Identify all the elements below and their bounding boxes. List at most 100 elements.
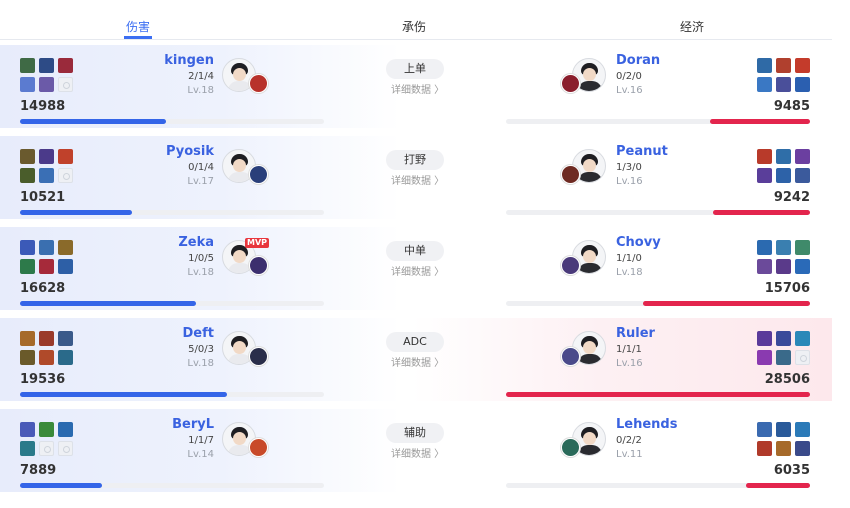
item-icon[interactable] bbox=[757, 168, 772, 183]
left-items bbox=[20, 240, 73, 274]
item-icon[interactable] bbox=[776, 240, 791, 255]
detail-data-link[interactable]: 详细数据 〉 bbox=[391, 81, 444, 96]
item-icon[interactable] bbox=[39, 240, 54, 255]
right-stat-bar-fill bbox=[746, 483, 810, 488]
item-icon[interactable] bbox=[795, 77, 810, 92]
item-icon[interactable] bbox=[58, 422, 73, 437]
item-icon[interactable] bbox=[757, 350, 772, 365]
right-player-name[interactable]: Doran bbox=[616, 53, 660, 68]
item-icon[interactable] bbox=[39, 149, 54, 164]
item-icon[interactable] bbox=[757, 259, 772, 274]
tab-economy[interactable]: 经济 bbox=[680, 18, 704, 35]
item-icon[interactable] bbox=[20, 350, 35, 365]
item-icon[interactable] bbox=[58, 58, 73, 73]
item-icon[interactable] bbox=[776, 350, 791, 365]
item-icon[interactable] bbox=[58, 350, 73, 365]
left-champion-icon bbox=[249, 347, 268, 366]
item-icon[interactable] bbox=[20, 77, 35, 92]
detail-data-link[interactable]: 详细数据 〉 bbox=[391, 263, 444, 278]
left-player-name[interactable]: Deft bbox=[183, 326, 214, 341]
empty-item-slot bbox=[795, 350, 810, 365]
left-items bbox=[20, 331, 73, 365]
item-icon[interactable] bbox=[776, 422, 791, 437]
item-icon[interactable] bbox=[20, 149, 35, 164]
item-icon[interactable] bbox=[20, 331, 35, 346]
left-player-name[interactable]: Pyosik bbox=[166, 144, 214, 159]
item-icon[interactable] bbox=[39, 77, 54, 92]
item-icon[interactable] bbox=[58, 259, 73, 274]
right-stat-bar-fill bbox=[713, 210, 810, 215]
right-player-name[interactable]: Chovy bbox=[616, 235, 661, 250]
item-icon[interactable] bbox=[757, 422, 772, 437]
item-icon[interactable] bbox=[20, 168, 35, 183]
right-player-name[interactable]: Lehends bbox=[616, 417, 677, 432]
item-icon[interactable] bbox=[795, 259, 810, 274]
detail-data-link[interactable]: 详细数据 〉 bbox=[391, 172, 444, 187]
item-icon[interactable] bbox=[757, 331, 772, 346]
item-icon[interactable] bbox=[39, 422, 54, 437]
right-player-name[interactable]: Peanut bbox=[616, 144, 668, 159]
right-player-name[interactable]: Ruler bbox=[616, 326, 655, 341]
item-icon[interactable] bbox=[39, 350, 54, 365]
item-icon[interactable] bbox=[58, 331, 73, 346]
detail-data-link[interactable]: 详细数据 〉 bbox=[391, 354, 444, 369]
item-icon[interactable] bbox=[39, 168, 54, 183]
item-icon[interactable] bbox=[757, 240, 772, 255]
item-icon[interactable] bbox=[776, 441, 791, 456]
right-stat-bar bbox=[506, 301, 810, 306]
item-icon[interactable] bbox=[20, 259, 35, 274]
right-player-level: Lv.11 bbox=[616, 449, 643, 460]
left-stat-value: 14988 bbox=[20, 99, 66, 114]
item-icon[interactable] bbox=[757, 58, 772, 73]
matchup-row: Deft 5/0/3 Lv.18 19536 ADC 详细数据 〉 Ruler 1/1/1 Lv… bbox=[0, 318, 832, 401]
right-champion-icon bbox=[561, 256, 580, 275]
item-icon[interactable] bbox=[795, 441, 810, 456]
item-icon[interactable] bbox=[795, 168, 810, 183]
empty-item-slot bbox=[39, 441, 54, 456]
item-icon[interactable] bbox=[795, 58, 810, 73]
item-icon[interactable] bbox=[795, 149, 810, 164]
left-stat-bar bbox=[20, 483, 324, 488]
tab-damage-taken[interactable]: 承伤 bbox=[402, 18, 426, 35]
right-items bbox=[757, 422, 810, 456]
item-icon[interactable] bbox=[776, 77, 791, 92]
right-stat-bar-fill bbox=[643, 301, 810, 306]
item-icon[interactable] bbox=[795, 422, 810, 437]
left-player-name[interactable]: kingen bbox=[164, 53, 214, 68]
item-icon[interactable] bbox=[757, 441, 772, 456]
item-icon[interactable] bbox=[776, 58, 791, 73]
left-player-name[interactable]: Zeka bbox=[178, 235, 214, 250]
lane-role-badge: 打野 bbox=[386, 150, 444, 170]
item-icon[interactable] bbox=[776, 149, 791, 164]
item-icon[interactable] bbox=[20, 441, 35, 456]
item-icon[interactable] bbox=[795, 331, 810, 346]
item-icon[interactable] bbox=[20, 240, 35, 255]
item-icon[interactable] bbox=[39, 331, 54, 346]
left-player-kda: 5/0/3 bbox=[188, 344, 214, 355]
item-icon[interactable] bbox=[776, 259, 791, 274]
item-icon[interactable] bbox=[58, 240, 73, 255]
right-player-kda: 1/1/1 bbox=[616, 344, 642, 355]
item-icon[interactable] bbox=[20, 422, 35, 437]
item-icon[interactable] bbox=[776, 168, 791, 183]
item-icon[interactable] bbox=[20, 58, 35, 73]
lane-role-badge: ADC bbox=[386, 332, 444, 352]
right-stat-bar bbox=[506, 392, 810, 397]
right-items bbox=[757, 149, 810, 183]
item-icon[interactable] bbox=[58, 149, 73, 164]
right-stat-bar-fill bbox=[710, 119, 810, 124]
tab-bar: 伤害 承伤 经济 bbox=[0, 0, 850, 40]
left-stat-value: 19536 bbox=[20, 372, 66, 387]
empty-item-slot bbox=[58, 77, 73, 92]
detail-data-link[interactable]: 详细数据 〉 bbox=[391, 445, 444, 460]
right-player-level: Lv.16 bbox=[616, 85, 643, 96]
item-icon[interactable] bbox=[776, 331, 791, 346]
tab-divider bbox=[0, 39, 832, 40]
left-player-name[interactable]: BeryL bbox=[172, 417, 214, 432]
tab-damage[interactable]: 伤害 bbox=[126, 18, 150, 35]
item-icon[interactable] bbox=[39, 259, 54, 274]
item-icon[interactable] bbox=[757, 77, 772, 92]
item-icon[interactable] bbox=[795, 240, 810, 255]
item-icon[interactable] bbox=[757, 149, 772, 164]
item-icon[interactable] bbox=[39, 58, 54, 73]
